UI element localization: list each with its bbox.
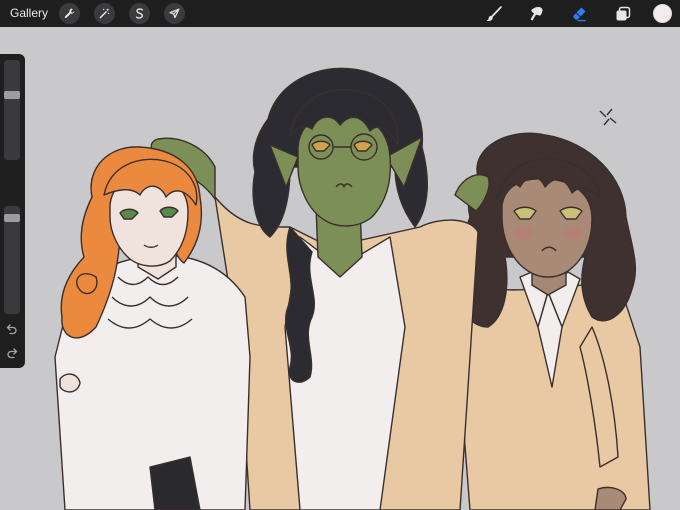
undo-button[interactable] (4, 322, 20, 336)
brush-tool-button[interactable] (483, 3, 505, 25)
magic-wand-icon (99, 8, 110, 19)
transform-button[interactable] (164, 3, 185, 24)
brush-size-slider[interactable] (4, 60, 20, 160)
top-toolbar: Gallery (0, 0, 680, 27)
selection-s-icon (135, 8, 144, 19)
redo-button[interactable] (4, 346, 20, 360)
brush-icon (486, 6, 502, 21)
adjustments-button[interactable] (94, 3, 115, 24)
redo-icon (7, 348, 18, 359)
opacity-thumb[interactable] (4, 214, 20, 222)
eraser-tool-button[interactable] (568, 3, 590, 25)
layers-button[interactable] (612, 3, 634, 25)
arrow-cursor-icon (169, 8, 180, 19)
color-picker-button[interactable] (653, 4, 672, 23)
gallery-button[interactable]: Gallery (10, 6, 48, 20)
opacity-slider[interactable] (4, 206, 20, 314)
left-character (54, 146, 251, 510)
undo-icon (6, 324, 17, 335)
left-sidebar (0, 54, 25, 368)
selection-button[interactable] (129, 3, 150, 24)
smudge-icon (530, 7, 543, 21)
layers-icon (616, 6, 631, 21)
smudge-tool-button[interactable] (525, 3, 547, 25)
actions-button[interactable] (59, 3, 80, 24)
wrench-icon (64, 8, 75, 19)
eraser-icon (573, 7, 586, 22)
character-illustration (54, 67, 651, 510)
drawing-canvas[interactable] (0, 27, 680, 510)
brush-size-thumb[interactable] (4, 91, 20, 100)
anger-mark (599, 108, 617, 126)
